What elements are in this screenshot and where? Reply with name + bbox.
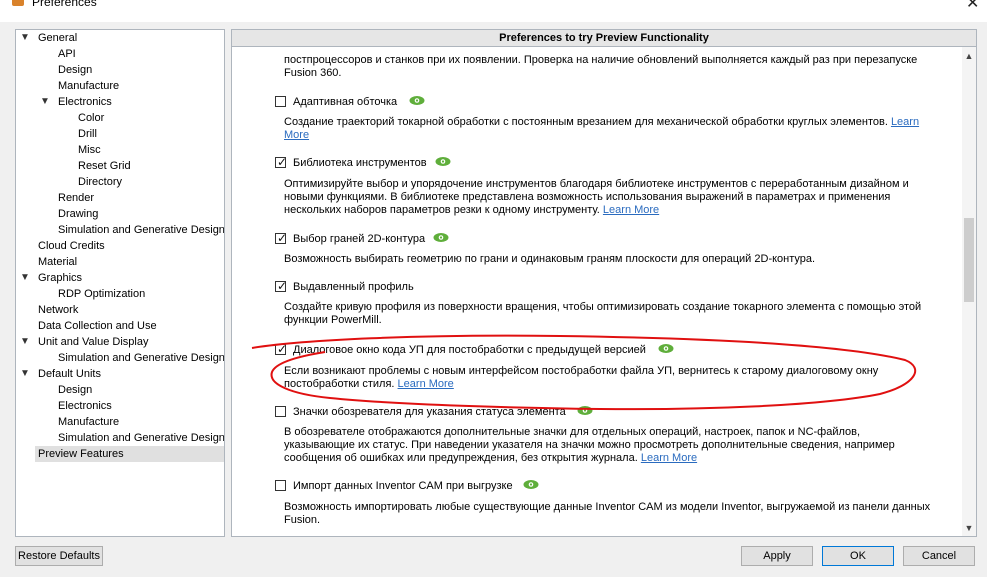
tree-item-drawing[interactable]: Drawing [58, 206, 98, 222]
preferences-tree: ▼ General API Design Manufacture ▼ Elect… [15, 29, 225, 537]
tree-item-reset-grid[interactable]: Reset Grid [78, 158, 131, 174]
vertical-scrollbar[interactable]: ▲ ▼ [962, 47, 976, 536]
feature-description: Оптимизируйте выбор и упорядочение инстр… [284, 178, 909, 216]
tree-item-label: Electronics [58, 96, 112, 108]
feature-description: В обозревателе отображаются дополнительн… [284, 426, 895, 464]
tree-item-design[interactable]: Design [58, 382, 92, 398]
chevron-down-icon[interactable]: ▼ [40, 94, 50, 110]
feature-label: Значки обозревателя для указания статуса… [293, 406, 566, 418]
tree-item-simulation-generative-design[interactable]: Simulation and Generative Design [58, 430, 224, 446]
ok-button[interactable]: OK [822, 546, 894, 566]
tree-item-directory[interactable]: Directory [78, 174, 122, 190]
tree-item-label: Graphics [38, 272, 83, 284]
feature-description: Создайте кривую профиля из поверхности в… [284, 301, 922, 326]
feature-label: Выбор граней 2D-контура [293, 233, 426, 245]
tree-item-color[interactable]: Color [78, 110, 104, 126]
restore-defaults-button[interactable]: Restore Defaults [15, 546, 103, 566]
tree-item-rdp-optimization[interactable]: RDP Optimization [58, 286, 145, 302]
preview-features-panel: Preferences to try Preview Functionality… [231, 29, 977, 537]
tree-item-misc[interactable]: Misc [78, 142, 101, 158]
tree-item-simulation-generative-design[interactable]: Simulation and Generative Design [58, 222, 224, 238]
tree-item-manufacture[interactable]: Manufacture [58, 414, 119, 430]
tree-item-cloud-credits[interactable]: Cloud Credits [38, 238, 105, 254]
tree-item-label: Unit and Value Display [38, 336, 149, 348]
checkmark-icon: ✓ [277, 279, 288, 293]
eye-icon[interactable] [577, 405, 593, 416]
tree-item-general[interactable]: ▼ General [16, 30, 224, 46]
feature-checkbox[interactable] [275, 96, 286, 107]
tree-item-unit-value-display[interactable]: ▼ Unit and Value Display [16, 334, 224, 350]
tree-item-graphics[interactable]: ▼ Graphics [16, 270, 224, 286]
feature-checkbox[interactable]: ✓ [275, 279, 288, 293]
chevron-down-icon[interactable]: ▼ [20, 366, 30, 382]
feature-description: Если возникают проблемы с новым интерфей… [284, 365, 879, 390]
learn-more-link[interactable]: Learn More [603, 204, 659, 216]
tree-item-label: General [38, 32, 78, 44]
feature-checkbox[interactable]: ✓ [275, 342, 288, 356]
cancel-button[interactable]: Cancel [903, 546, 975, 566]
feature-label: Адаптивная обточка [293, 96, 398, 108]
feature-label: Диалоговое окно кода УП для постобработк… [293, 344, 646, 356]
feature-label: Импорт данных Inventor CAM при выгрузке [293, 480, 513, 492]
tree-item-preview-features[interactable]: Preview Features [35, 446, 224, 462]
learn-more-link[interactable]: Learn More [398, 378, 454, 390]
features-list: постпроцессоров и станков при их появлен… [232, 47, 962, 536]
checkmark-icon: ✓ [277, 155, 288, 169]
tree-item-electronics[interactable]: Electronics [58, 398, 112, 414]
scrollbar-thumb[interactable] [964, 218, 974, 302]
eye-icon[interactable] [433, 232, 449, 243]
tree-item-default-units[interactable]: ▼ Default Units [16, 366, 224, 382]
tree-item-network[interactable]: Network [38, 302, 78, 318]
feature-checkbox[interactable] [275, 480, 286, 491]
checkmark-icon: ✓ [277, 231, 288, 245]
learn-more-link[interactable]: Learn More [641, 452, 697, 464]
tree-item-api[interactable]: API [58, 46, 76, 62]
window-title: Preferences [32, 0, 97, 9]
feature-checkbox[interactable] [275, 406, 286, 417]
panel-header: Preferences to try Preview Functionality [232, 30, 976, 47]
intro-text: постпроцессоров и станков при их появлен… [284, 54, 918, 79]
tree-item-electronics[interactable]: ▼ Electronics [16, 94, 224, 110]
title-bar: Preferences ✕ [0, 0, 987, 22]
tree-item-data-collection[interactable]: Data Collection and Use [38, 318, 157, 334]
tree-item-material[interactable]: Material [38, 254, 77, 270]
scroll-up-icon[interactable]: ▲ [962, 51, 976, 61]
eye-icon[interactable] [435, 156, 451, 167]
feature-description: Создание траекторий токарной обработки с… [284, 116, 920, 141]
eye-icon[interactable] [409, 95, 425, 106]
checkmark-icon: ✓ [277, 342, 288, 356]
tree-item-render[interactable]: Render [58, 190, 94, 206]
eye-icon[interactable] [523, 479, 539, 490]
scroll-down-icon[interactable]: ▼ [962, 523, 976, 533]
feature-checkbox[interactable]: ✓ [275, 155, 288, 169]
app-icon [12, 0, 24, 6]
close-icon[interactable]: ✕ [966, 0, 979, 13]
feature-description: Возможность выбирать геометрию по грани … [284, 253, 816, 265]
apply-button[interactable]: Apply [741, 546, 813, 566]
chevron-down-icon[interactable]: ▼ [20, 334, 30, 350]
feature-label: Выдавленный профиль [293, 281, 414, 293]
tree-item-drill[interactable]: Drill [78, 126, 97, 142]
eye-icon[interactable] [658, 343, 674, 354]
tree-item-label: Default Units [38, 368, 101, 380]
tree-item-manufacture[interactable]: Manufacture [58, 78, 119, 94]
feature-checkbox[interactable]: ✓ [275, 231, 288, 245]
feature-description: Возможность импортировать любые существу… [284, 501, 931, 526]
chevron-down-icon[interactable]: ▼ [20, 30, 30, 46]
tree-item-simulation-generative-design[interactable]: Simulation and Generative Design [58, 350, 224, 366]
feature-label: Библиотека инструментов [293, 157, 427, 169]
tree-item-design[interactable]: Design [58, 62, 92, 78]
chevron-down-icon[interactable]: ▼ [20, 270, 30, 286]
